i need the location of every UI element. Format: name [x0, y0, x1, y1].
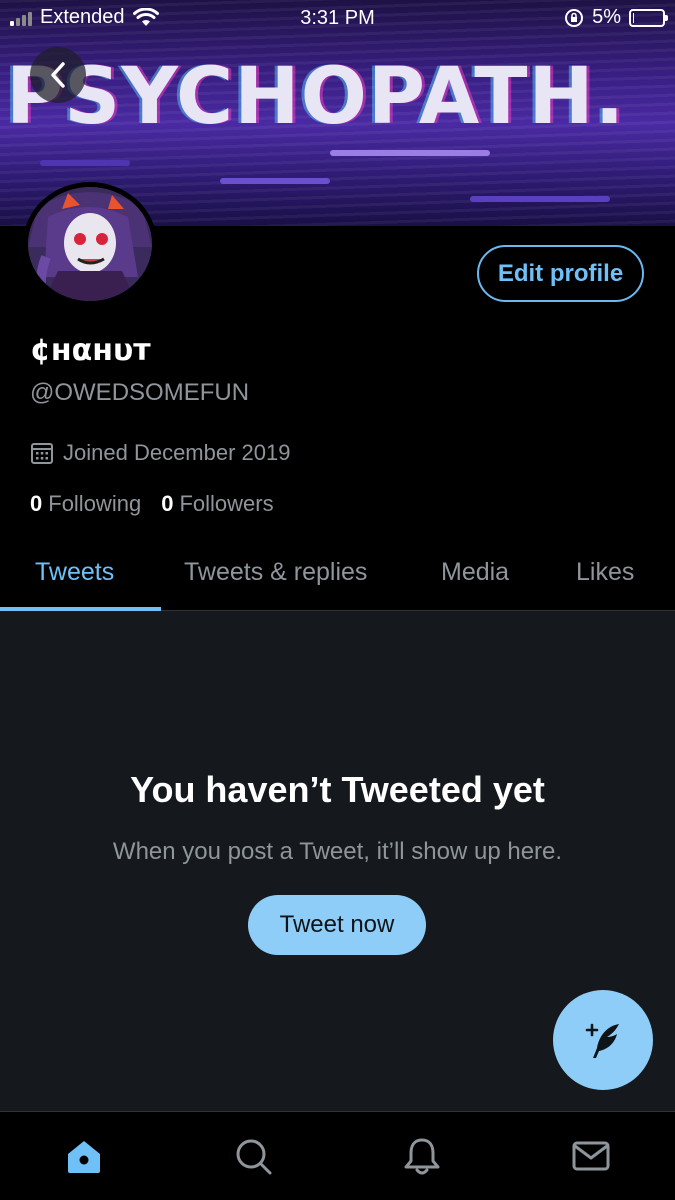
joined-label: Joined December 2019	[63, 440, 291, 465]
bottom-nav	[0, 1111, 675, 1200]
joined-date: Joined December 2019	[30, 440, 290, 466]
tab-tweets-replies[interactable]: Tweets & replies	[184, 558, 367, 587]
following-label: Following	[48, 491, 142, 516]
empty-state-title: You haven’t Tweeted yet	[130, 769, 545, 810]
nav-home[interactable]	[62, 1134, 106, 1178]
avatar-image	[28, 187, 152, 301]
banner-text: PSYCHOPATH.	[6, 52, 626, 142]
handle: @OWEDSOMEFUN	[30, 379, 250, 406]
tweet-now-button[interactable]: Tweet now	[248, 895, 426, 955]
followers-label: Followers	[179, 491, 274, 516]
battery-fill	[633, 12, 635, 23]
status-bar: Extended 3:31 PM 5%	[0, 0, 675, 36]
nav-notifications[interactable]	[400, 1134, 444, 1178]
avatar[interactable]	[23, 182, 157, 306]
following-count: 0	[30, 491, 43, 516]
nav-search[interactable]	[231, 1134, 275, 1178]
nav-messages[interactable]	[569, 1134, 613, 1178]
compose-tweet-button[interactable]	[553, 990, 653, 1090]
orientation-lock-icon	[565, 8, 584, 27]
back-button[interactable]	[30, 47, 86, 103]
followers-link[interactable]: 0 Followers	[161, 491, 273, 517]
bell-icon	[404, 1138, 440, 1175]
tab-likes[interactable]: Likes	[576, 558, 634, 587]
home-icon	[68, 1141, 100, 1173]
calendar-icon	[31, 443, 53, 464]
display-name: ¢нαнυт	[30, 333, 151, 368]
compose-feather-icon	[585, 1023, 619, 1058]
tab-media[interactable]: Media	[441, 558, 509, 587]
edit-profile-button[interactable]: Edit profile	[477, 245, 644, 302]
battery-icon	[629, 8, 668, 27]
search-icon	[236, 1139, 272, 1175]
chevron-left-icon	[51, 62, 65, 88]
tab-tweets[interactable]: Tweets	[35, 558, 114, 587]
following-link[interactable]: 0 Following	[30, 491, 141, 517]
empty-state-subtitle: When you post a Tweet, it’ll show up her…	[112, 838, 563, 865]
profile-tabs: Tweets Tweets & replies Media Likes	[0, 540, 675, 611]
followers-count: 0	[161, 491, 174, 516]
follow-stats: 0 Following 0 Followers	[30, 491, 294, 517]
battery-percent: 5%	[592, 6, 621, 28]
mail-icon	[572, 1141, 610, 1171]
